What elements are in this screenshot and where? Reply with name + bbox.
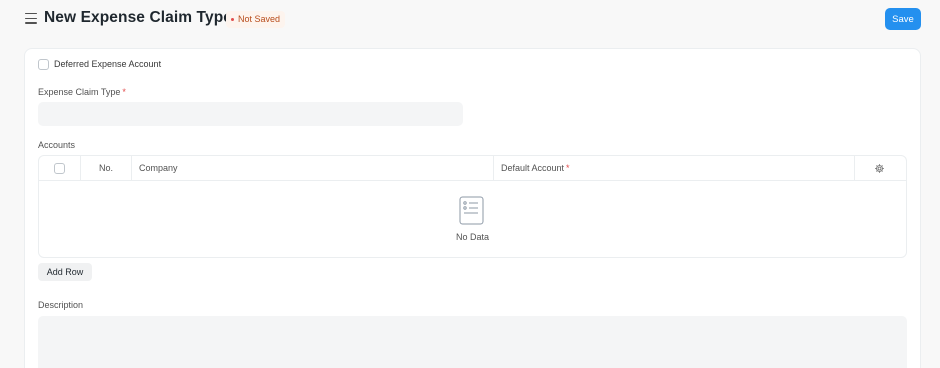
no-data-text: No Data	[455, 232, 490, 242]
page-title: New Expense Claim Type	[44, 9, 232, 26]
status-badge-label: Not Saved	[238, 14, 281, 24]
description-textarea[interactable]	[38, 316, 907, 368]
empty-list-icon	[459, 196, 484, 225]
select-all-rows-checkbox[interactable]	[54, 163, 65, 174]
accounts-table-header: No. Company Default Account *	[39, 156, 906, 181]
add-row-button[interactable]: Add Row	[38, 263, 92, 281]
required-indicator: *	[122, 87, 126, 97]
description-label: Description	[38, 300, 84, 310]
status-badge: Not Saved	[226, 11, 286, 28]
expense-claim-type-label-text: Expense Claim Type	[38, 87, 121, 97]
status-dot-icon	[231, 17, 234, 21]
column-divider	[131, 156, 132, 181]
gear-icon[interactable]	[874, 163, 885, 174]
save-button[interactable]: Save	[885, 8, 921, 30]
expense-claim-type-label: Expense Claim Type *	[38, 87, 126, 97]
expense-claim-type-input[interactable]	[38, 102, 463, 126]
column-header-default-account: Default Account *	[501, 163, 570, 173]
deferred-expense-account-checkbox[interactable]	[38, 59, 49, 70]
column-divider	[493, 156, 494, 181]
column-header-default-account-text: Default Account	[501, 163, 565, 173]
column-header-no: No.	[99, 163, 114, 173]
deferred-expense-account-label: Deferred Expense Account	[54, 59, 162, 69]
form-card: Deferred Expense Account Expense Claim T…	[24, 48, 921, 368]
page-header: New Expense Claim Type Not Saved Save	[0, 0, 940, 40]
column-header-company: Company	[139, 163, 178, 173]
hamburger-menu-icon[interactable]	[25, 13, 37, 25]
required-indicator: *	[566, 163, 570, 173]
accounts-label: Accounts	[38, 140, 76, 150]
accounts-table: No. Company Default Account * No Data	[38, 155, 907, 258]
column-divider	[854, 156, 855, 181]
column-divider	[80, 156, 81, 181]
